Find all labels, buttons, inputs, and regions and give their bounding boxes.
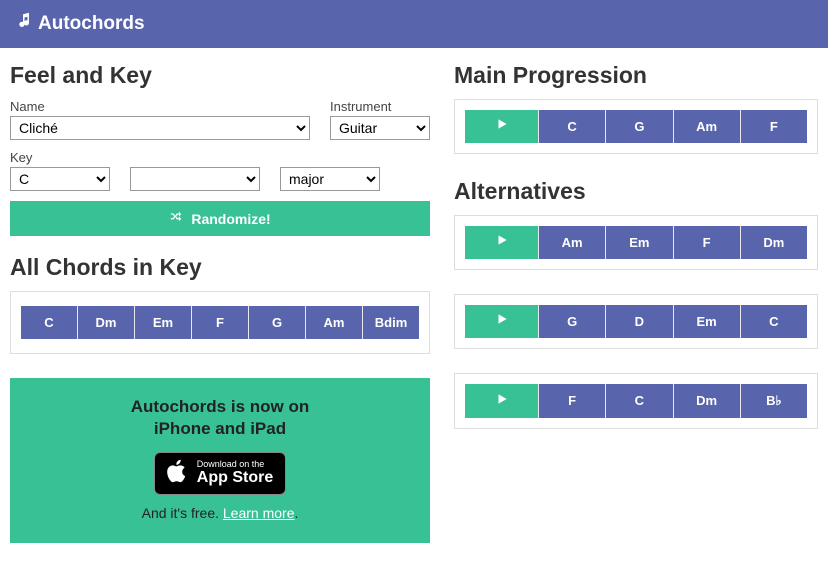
select-key-root[interactable]: C <box>10 167 110 191</box>
promo-subtext: And it's free. Learn more. <box>30 505 410 521</box>
chord-cell[interactable]: F <box>539 384 606 418</box>
chord-cell[interactable]: G <box>539 305 606 338</box>
main-progression-box: CGAmF <box>454 99 818 154</box>
select-name[interactable]: Cliché <box>10 116 310 140</box>
play-icon <box>495 392 509 411</box>
chord-cell[interactable]: G <box>606 110 673 143</box>
heading-feel-key: Feel and Key <box>10 62 430 89</box>
chord-cell[interactable]: C <box>606 384 673 418</box>
chord-cell[interactable]: D <box>606 305 673 338</box>
learn-more-link[interactable]: Learn more <box>223 505 295 521</box>
promo-title: Autochords is now on iPhone and iPad <box>30 396 410 440</box>
chord-cell[interactable]: Em <box>674 305 741 338</box>
chord-cell[interactable]: Bdim <box>363 306 419 339</box>
topbar: Autochords <box>0 0 828 48</box>
play-button[interactable] <box>465 305 539 338</box>
chord-cell[interactable]: Dm <box>674 384 741 418</box>
chord-cell[interactable]: F <box>192 306 249 339</box>
select-instrument[interactable]: Guitar <box>330 116 430 140</box>
heading-main-progression: Main Progression <box>454 62 818 89</box>
chord-cell[interactable]: F <box>674 226 741 259</box>
promo-box: Autochords is now on iPhone and iPad Dow… <box>10 378 430 543</box>
appstore-badge[interactable]: Download on the App Store <box>154 452 286 495</box>
heading-alternatives: Alternatives <box>454 178 818 205</box>
music-note-icon <box>14 12 32 36</box>
badge-big-text: App Store <box>197 469 273 487</box>
chord-cell[interactable]: Em <box>135 306 192 339</box>
label-name: Name <box>10 99 310 114</box>
play-icon <box>495 233 509 252</box>
badge-small-text: Download on the <box>197 460 273 469</box>
randomize-button[interactable]: Randomize! <box>10 201 430 236</box>
alternative-progression-box: AmEmFDm <box>454 215 818 270</box>
brand[interactable]: Autochords <box>14 12 145 36</box>
chord-cell[interactable]: B♭ <box>741 384 807 418</box>
alternative-progression-box: GDEmC <box>454 294 818 349</box>
shuffle-icon <box>169 210 183 227</box>
play-button[interactable] <box>465 384 539 418</box>
chord-cell[interactable]: C <box>21 306 78 339</box>
select-key-mode[interactable]: major <box>280 167 380 191</box>
play-button[interactable] <box>465 226 539 259</box>
play-button[interactable] <box>465 110 539 143</box>
label-key: Key <box>10 150 110 165</box>
chord-cell[interactable]: Dm <box>741 226 807 259</box>
chord-cell[interactable]: Dm <box>78 306 135 339</box>
alternative-progression-box: FCDmB♭ <box>454 373 818 429</box>
select-key-accidental[interactable] <box>130 167 260 191</box>
chord-cell[interactable]: Am <box>306 306 363 339</box>
chord-cell[interactable]: G <box>249 306 306 339</box>
chord-cell[interactable]: Am <box>539 226 606 259</box>
chord-cell[interactable]: C <box>539 110 606 143</box>
randomize-label: Randomize! <box>191 211 270 227</box>
brand-text: Autochords <box>38 13 145 35</box>
chord-cell[interactable]: F <box>741 110 807 143</box>
heading-all-chords: All Chords in Key <box>10 254 430 281</box>
play-icon <box>495 312 509 331</box>
apple-icon <box>167 458 189 489</box>
label-instrument: Instrument <box>330 99 430 114</box>
play-icon <box>495 117 509 136</box>
chord-cell[interactable]: Am <box>674 110 741 143</box>
all-chords-box: CDmEmFGAmBdim <box>10 291 430 354</box>
chord-cell[interactable]: Em <box>606 226 673 259</box>
chord-cell[interactable]: C <box>741 305 807 338</box>
